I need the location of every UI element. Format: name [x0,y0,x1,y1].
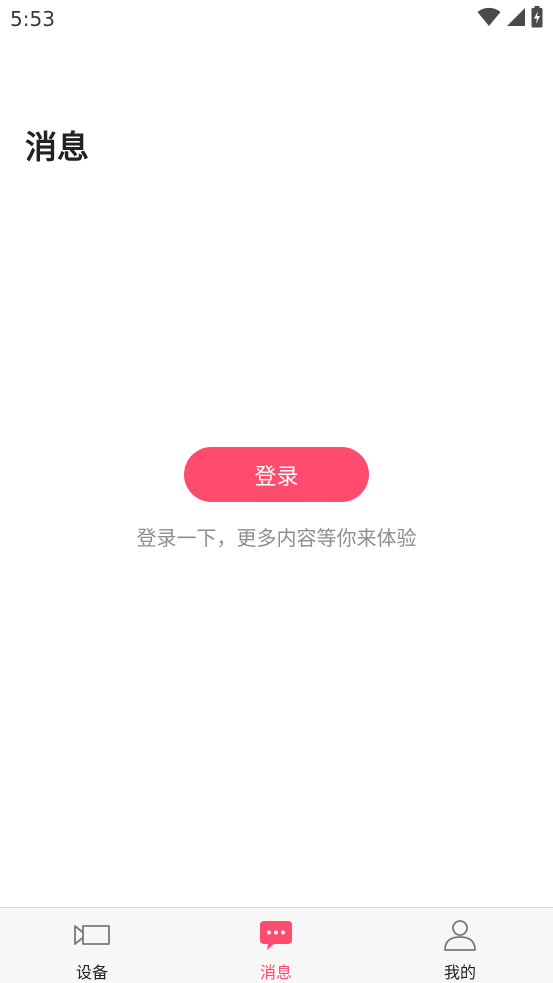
bottom-nav: 设备 消息 我的 [0,907,553,983]
chat-bubble-icon [260,921,292,950]
page-title: 消息 [25,128,90,166]
cell-signal-icon [507,8,525,26]
battery-charging-icon [531,6,543,28]
status-bar: 5:53 [0,0,553,38]
profile-icon [444,920,476,951]
device-icon [74,925,110,945]
status-time: 5:53 [10,7,55,31]
nav-label-mine: 我的 [443,963,476,982]
login-hint: 登录一下，更多内容等你来体验 [136,526,417,550]
nav-item-mine[interactable]: 我的 [390,908,530,983]
nav-label-devices: 设备 [75,963,108,982]
nav-label-messages: 消息 [259,963,292,982]
login-button[interactable]: 登录 [184,447,369,502]
nav-item-devices[interactable]: 设备 [22,908,162,983]
status-icons [477,6,543,28]
nav-item-messages[interactable]: 消息 [206,908,346,983]
wifi-icon [477,7,501,26]
